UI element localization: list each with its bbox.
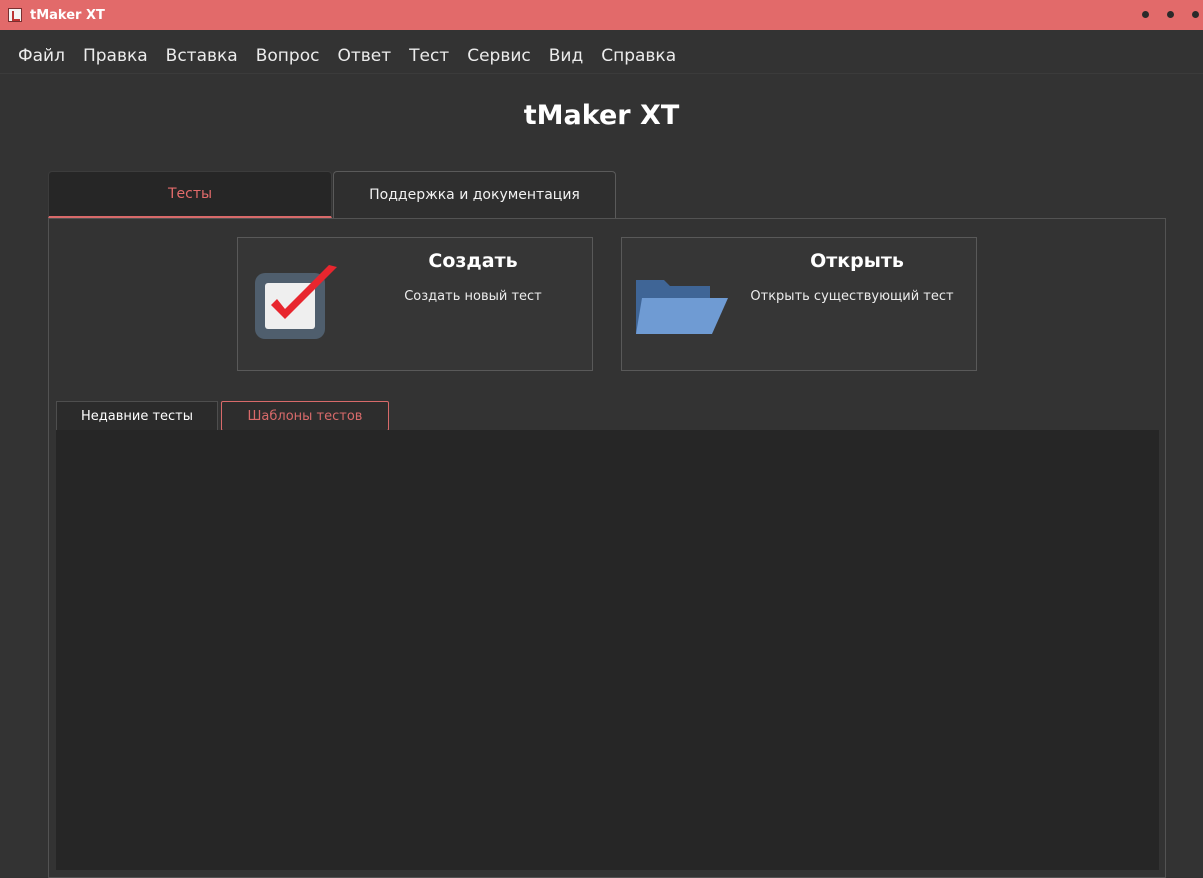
menu-answer[interactable]: Ответ [330,46,398,66]
menu-divider [0,73,1203,74]
app-logo-icon [8,8,22,22]
window-title-bar[interactable]: tMaker XT [0,0,1203,30]
app-heading: tMaker XT [523,100,680,131]
tab-test-templates[interactable]: Шаблоны тестов [221,401,389,431]
tab-recent-tests[interactable]: Недавние тесты [56,401,218,431]
tab-support-docs[interactable]: Поддержка и документация [333,171,616,218]
window-control-dot[interactable] [1142,11,1149,18]
open-description: Открыть существующий тест [750,289,954,304]
window-control-dot[interactable] [1192,11,1199,18]
folder-icon [636,280,728,334]
menu-service[interactable]: Сервис [460,46,538,66]
menu-test[interactable]: Тест [402,46,456,66]
menu-bar: Файл Правка Вставка Вопрос Ответ Тест Се… [0,41,1203,71]
window-controls [1142,11,1199,18]
menu-help[interactable]: Справка [594,46,683,66]
tab-tests[interactable]: Тесты [48,171,332,218]
open-title: Открыть [810,250,904,272]
checkbox-icon [255,265,337,339]
open-test-button[interactable]: Открыть Открыть существующий тест [621,237,977,371]
window-control-dot[interactable] [1167,11,1174,18]
menu-file[interactable]: Файл [0,46,72,66]
recent-tests-list[interactable] [56,430,1159,870]
window-title: tMaker XT [30,7,105,23]
menu-view[interactable]: Вид [542,46,590,66]
create-title: Создать [428,250,518,272]
create-test-button[interactable]: Создать Создать новый тест [237,237,593,371]
menu-question[interactable]: Вопрос [249,46,327,66]
create-description: Создать новый тест [404,289,542,304]
menu-insert[interactable]: Вставка [159,46,245,66]
menu-edit[interactable]: Правка [76,46,155,66]
